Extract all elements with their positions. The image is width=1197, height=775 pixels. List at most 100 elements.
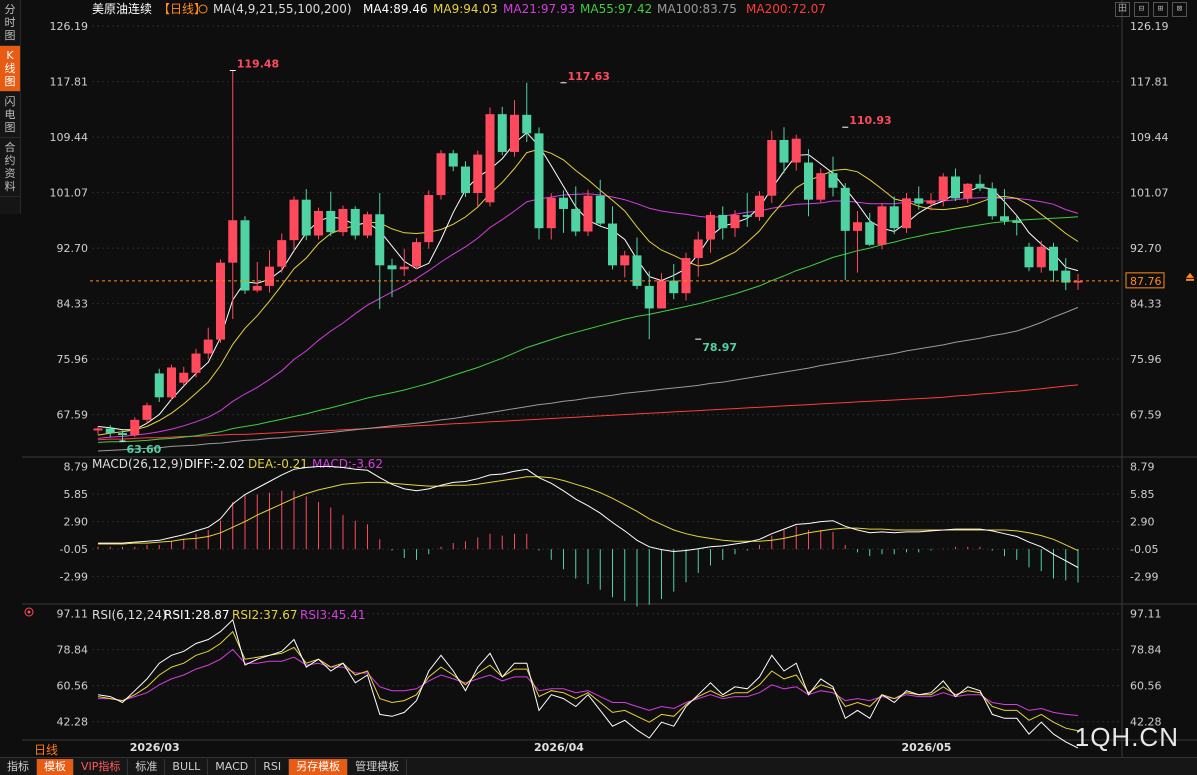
candle-body	[228, 220, 238, 263]
rsi-legend-item: RSI2:37.67	[232, 608, 298, 622]
candle-body	[167, 367, 176, 398]
candle-body	[93, 428, 103, 431]
candle-body	[767, 140, 777, 196]
bottom-tab-1[interactable]: 模板	[37, 758, 74, 775]
candle-body	[142, 405, 152, 420]
y-tick-label-right: 117.81	[1130, 76, 1169, 89]
bottom-tab-0[interactable]: 指标	[0, 758, 37, 775]
y-tick-label-right: 97.11	[1130, 608, 1162, 621]
rsi-legend-item: RSI1:28.87	[164, 608, 230, 622]
candle-body	[693, 239, 703, 259]
candle-body	[179, 372, 189, 383]
y-tick-label-left: -0.05	[60, 543, 88, 556]
candle-body	[718, 214, 728, 229]
macd-legend-item: DIFF:-2.02	[184, 457, 245, 471]
candle-body	[681, 258, 691, 294]
candle-body	[951, 176, 960, 199]
window-control-icon-2[interactable]: ⊞	[1153, 2, 1168, 17]
candle-body	[706, 214, 715, 240]
y-tick-label-left: 97.11	[57, 608, 89, 621]
bottom-tab-3[interactable]: 标准	[128, 758, 166, 775]
bottom-tab-5[interactable]: MACD	[208, 758, 257, 775]
candle-body	[840, 187, 850, 231]
high-label: 117.63	[568, 70, 610, 83]
candle-body	[510, 114, 519, 152]
candle-body	[130, 419, 140, 436]
y-tick-label-right: -2.99	[1130, 571, 1158, 584]
current-price-label: 87.76	[1130, 275, 1162, 288]
bottom-tab-8[interactable]: 管理模板	[348, 758, 408, 775]
candle-body	[791, 138, 801, 163]
candle-body	[1012, 220, 1022, 223]
window-control-icon-3[interactable]: ⊠	[1172, 2, 1187, 17]
window-control-icon-1[interactable]: ⊟	[1134, 2, 1149, 17]
candle-body	[252, 285, 262, 291]
candle-body	[240, 220, 250, 291]
candle-body	[865, 222, 875, 245]
y-tick-label-left: 92.70	[57, 242, 89, 255]
candle-body	[669, 280, 679, 294]
y-tick-label-right: 84.33	[1130, 298, 1162, 311]
macd-legend-item: MACD:-3.62	[312, 457, 383, 471]
candle-body	[889, 206, 899, 229]
candle-body	[326, 210, 336, 233]
y-tick-label-left: 109.44	[50, 131, 89, 144]
bottom-tab-7[interactable]: 另存模板	[289, 758, 349, 775]
candle-body	[987, 188, 997, 217]
ma-legend-item: MA100:83.75	[657, 2, 737, 16]
y-tick-label-left: 2.90	[64, 516, 89, 529]
macd-legend-item: MACD(26,12,9)	[92, 457, 183, 471]
ma200-line	[97, 384, 1079, 441]
low-label: 63.60	[127, 443, 162, 456]
bottom-tab-6[interactable]: RSI	[256, 758, 290, 775]
candle-body	[853, 222, 862, 231]
candlestick-chart: 126.19 126.19 117.81 117.81 109.44 109.44 101.…	[22, 0, 1197, 757]
y-tick-label-right: 8.79	[1130, 461, 1155, 474]
candle-body	[804, 162, 813, 200]
candle-body	[914, 198, 924, 204]
candle-body	[412, 242, 421, 267]
candle-body	[742, 214, 752, 217]
y-tick-label-left: -2.99	[60, 571, 88, 584]
candle-body	[1000, 216, 1009, 221]
y-tick-label-left: 117.81	[50, 76, 89, 89]
candle-body	[657, 280, 666, 309]
candle-body	[644, 285, 654, 309]
y-tick-label-left: 78.84	[57, 644, 89, 657]
candle-body	[926, 200, 936, 204]
y-tick-label-right: 2.90	[1130, 516, 1155, 529]
y-tick-label-left: 126.19	[50, 20, 89, 33]
candle-body	[118, 433, 127, 436]
candle-body	[755, 195, 764, 217]
candle-body	[583, 195, 593, 232]
rsi1-line	[97, 618, 1079, 749]
candle-body	[203, 339, 213, 354]
candle-body	[1049, 246, 1058, 271]
y-tick-label-right: 109.44	[1130, 131, 1169, 144]
x-axis-label: 2026/04	[534, 741, 584, 754]
candle-body	[485, 114, 495, 203]
period-label[interactable]: 日线	[34, 741, 58, 758]
candle-body	[191, 353, 201, 373]
candle-body	[608, 223, 617, 266]
candle-body	[461, 166, 470, 194]
candle-body	[216, 262, 225, 340]
candle-body	[265, 266, 274, 286]
candle-body	[154, 373, 164, 398]
window-control-icon-0[interactable]: 田	[1115, 2, 1130, 17]
ma-legend-item: MA21:97.93	[503, 2, 575, 16]
candle-body	[1024, 246, 1034, 268]
candle-body	[902, 198, 911, 229]
candle-body	[779, 140, 789, 163]
y-tick-label-left: 42.28	[57, 716, 89, 729]
candle-body	[473, 154, 483, 194]
indicator-dot-icon	[27, 610, 31, 614]
bottom-tab-4[interactable]: BULL	[165, 758, 209, 775]
ma-legend-item: MA200:72.07	[746, 2, 826, 16]
bottom-tab-2[interactable]: VIP指标	[74, 758, 129, 775]
candle-body	[1036, 246, 1046, 268]
candle-body	[387, 265, 397, 270]
candle-body	[289, 199, 299, 241]
candle-body	[534, 133, 544, 229]
symbol-name: 美原油连续	[92, 1, 152, 16]
